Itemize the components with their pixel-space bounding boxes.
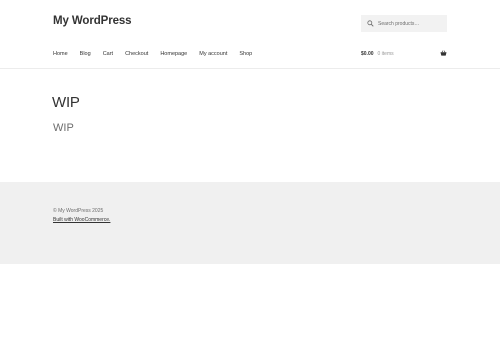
search-input[interactable]: [378, 20, 444, 27]
nav-item-cart[interactable]: Cart: [103, 50, 113, 58]
basket-icon: [440, 50, 447, 57]
nav-item-checkout[interactable]: Checkout: [125, 50, 148, 58]
primary-navigation: Home Blog Cart Checkout Homepage My acco…: [53, 50, 264, 58]
nav-item-shop[interactable]: Shop: [239, 50, 252, 58]
site-title[interactable]: My WordPress: [53, 15, 132, 27]
header-cart[interactable]: $0.00 0 items: [361, 50, 447, 58]
cart-count: 0 items: [377, 51, 394, 57]
site-footer: © My WordPress 2025 Built with WooCommer…: [0, 182, 500, 264]
header-divider: [0, 68, 500, 69]
page-title: WIP: [52, 94, 80, 111]
search-box[interactable]: [361, 15, 447, 32]
cart-amount: $0.00: [361, 51, 374, 57]
nav-item-home[interactable]: Home: [53, 50, 68, 58]
page-content: WIP: [53, 122, 74, 134]
footer-credit-link[interactable]: Built with WooCommerce.: [53, 217, 110, 223]
footer-copyright: © My WordPress 2025: [53, 208, 104, 214]
nav-item-homepage[interactable]: Homepage: [160, 50, 187, 58]
search-icon: [367, 20, 374, 27]
nav-item-blog[interactable]: Blog: [80, 50, 91, 58]
nav-item-my-account[interactable]: My account: [199, 50, 227, 58]
